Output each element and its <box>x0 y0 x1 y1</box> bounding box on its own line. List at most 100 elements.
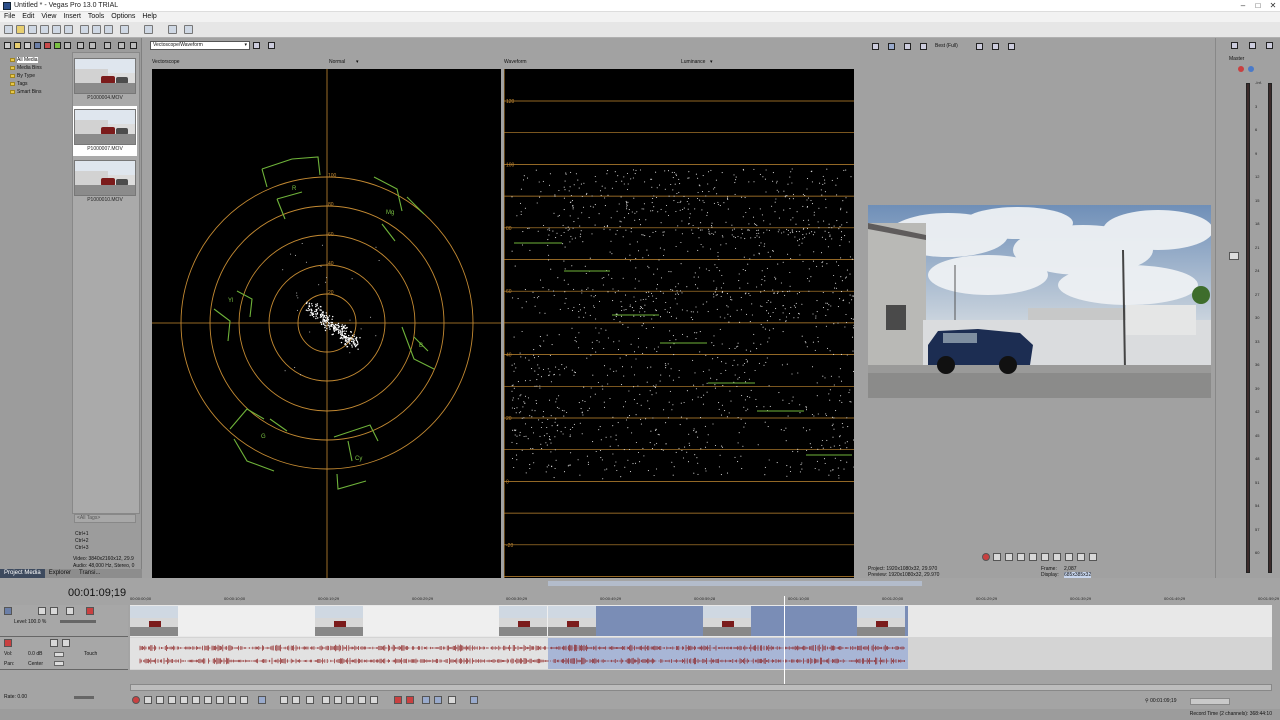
trim-start-icon[interactable] <box>346 696 354 704</box>
trim-icon[interactable] <box>334 696 342 704</box>
update-scopes-icon[interactable] <box>268 42 275 49</box>
marker-icon[interactable] <box>394 696 402 704</box>
mute-icon[interactable] <box>1238 66 1244 72</box>
menu-file[interactable]: File <box>4 12 15 22</box>
solo-track-icon[interactable] <box>50 607 58 615</box>
open-icon[interactable] <box>16 25 25 34</box>
track-fx-icon[interactable] <box>66 607 74 615</box>
auto-ripple-icon[interactable] <box>434 696 442 704</box>
save-as-icon[interactable] <box>40 25 49 34</box>
save-snapshot-icon[interactable] <box>1008 43 1015 50</box>
clip-thumbnail[interactable] <box>548 606 596 636</box>
next-frame-button[interactable] <box>1089 553 1097 561</box>
record-button[interactable] <box>982 553 990 561</box>
mixer-properties-icon[interactable] <box>1231 42 1238 49</box>
audio-track-header[interactable]: Vol: 0.0 dB Pan: Center Touch <box>0 637 128 670</box>
insert-bus-icon[interactable] <box>1249 42 1256 49</box>
loop-region[interactable] <box>548 581 922 586</box>
volume-slider[interactable] <box>54 652 64 657</box>
tab-explorer[interactable]: Explorer <box>45 569 75 578</box>
timeline-scrollbar[interactable] <box>130 684 1272 691</box>
get-media-icon[interactable] <box>34 42 41 49</box>
copy-icon[interactable] <box>92 25 101 34</box>
delete-icon[interactable] <box>322 696 330 704</box>
media-thumbnail[interactable] <box>74 160 136 196</box>
menu-view[interactable]: View <box>41 12 56 22</box>
menu-help[interactable]: Help <box>142 12 156 22</box>
clip-thumbnail[interactable] <box>130 606 178 636</box>
ignore-grouping-icon[interactable] <box>470 696 478 704</box>
master-fader[interactable] <box>1229 252 1239 260</box>
region-icon[interactable] <box>406 696 414 704</box>
capture-icon[interactable] <box>24 42 31 49</box>
play-from-start-icon[interactable] <box>156 696 164 704</box>
menu-tools[interactable]: Tools <box>88 12 104 22</box>
play-icon[interactable] <box>168 696 176 704</box>
tree-item-tags[interactable]: Tags <box>10 80 70 88</box>
mute-track-icon[interactable] <box>50 639 58 647</box>
selection-tool-icon[interactable] <box>292 696 300 704</box>
go-to-start-icon[interactable] <box>204 696 212 704</box>
pan-slider[interactable] <box>54 661 64 666</box>
enable-snapping-icon[interactable] <box>168 25 177 34</box>
menu-edit[interactable]: Edit <box>22 12 34 22</box>
trim-end-icon[interactable] <box>358 696 366 704</box>
stop-button[interactable] <box>1041 553 1049 561</box>
scope-mode-select[interactable]: Vectoscope/Waveform ▾ <box>150 41 250 50</box>
panel-grip-icon[interactable] <box>4 42 11 49</box>
split-icon[interactable] <box>370 696 378 704</box>
new-icon[interactable] <box>4 25 13 34</box>
zoom-icon[interactable] <box>64 42 71 49</box>
import-media-icon[interactable] <box>14 42 21 49</box>
tree-item-smart-bins[interactable]: Smart Bins <box>10 88 70 96</box>
paste-icon[interactable] <box>104 25 113 34</box>
level-slider[interactable] <box>60 620 96 623</box>
go-to-end-icon[interactable] <box>216 696 224 704</box>
fx-icon[interactable] <box>904 43 911 50</box>
undo-icon[interactable] <box>120 25 129 34</box>
pause-button[interactable] <box>1029 553 1037 561</box>
play-from-start-button[interactable] <box>1005 553 1013 561</box>
time-ruler[interactable]: 00:00:00;00 00:00:10;00 00:00:19;29 00:00:2… <box>130 596 1279 605</box>
remove-unused-icon[interactable] <box>44 42 51 49</box>
save-icon[interactable] <box>28 25 37 34</box>
clip-thumbnail[interactable] <box>499 606 547 636</box>
copy-snapshot-icon[interactable] <box>992 43 999 50</box>
waveform-mode-select[interactable]: Luminance <box>681 59 705 65</box>
media-thumbnail[interactable] <box>74 109 136 145</box>
tree-item-by-type[interactable]: By Type <box>10 72 70 80</box>
mute-track-icon[interactable] <box>38 607 46 615</box>
pause-icon[interactable] <box>180 696 188 704</box>
play-media-icon[interactable] <box>118 42 125 49</box>
properties-icon[interactable] <box>64 25 73 34</box>
media-thumbnail[interactable] <box>74 58 136 94</box>
stop-icon[interactable] <box>192 696 200 704</box>
stop-media-icon[interactable] <box>130 42 137 49</box>
help-icon[interactable] <box>184 25 193 34</box>
automation-mode[interactable]: Touch <box>84 651 97 657</box>
snapping-icon[interactable] <box>422 696 430 704</box>
playhead-cursor[interactable] <box>784 596 785 686</box>
previous-frame-button[interactable] <box>1077 553 1085 561</box>
scope-settings-icon[interactable] <box>253 42 260 49</box>
views-icon[interactable] <box>89 42 96 49</box>
tab-project-media[interactable]: Project Media <box>0 569 45 578</box>
downmix-icon[interactable] <box>1266 42 1273 49</box>
go-to-end-button[interactable] <box>1065 553 1073 561</box>
maximize-button[interactable]: □ <box>1251 1 1265 11</box>
zoom-tool-icon[interactable] <box>306 696 314 704</box>
rate-slider[interactable] <box>74 696 94 699</box>
clip-thumbnail[interactable] <box>315 606 363 636</box>
close-button[interactable]: ✕ <box>1266 1 1280 11</box>
next-frame-icon[interactable] <box>240 696 248 704</box>
envelope-tool-icon[interactable] <box>280 696 288 704</box>
split-screen-icon[interactable] <box>920 43 927 50</box>
tag-search-input[interactable]: <All Tags> <box>74 514 136 523</box>
loop-playback-button[interactable] <box>993 553 1001 561</box>
solo-icon[interactable] <box>1248 66 1254 72</box>
menu-insert[interactable]: Insert <box>63 12 81 22</box>
go-to-start-button[interactable] <box>1053 553 1061 561</box>
delete-icon[interactable] <box>77 42 84 49</box>
lock-envelopes-icon[interactable] <box>448 696 456 704</box>
redo-icon[interactable] <box>144 25 153 34</box>
